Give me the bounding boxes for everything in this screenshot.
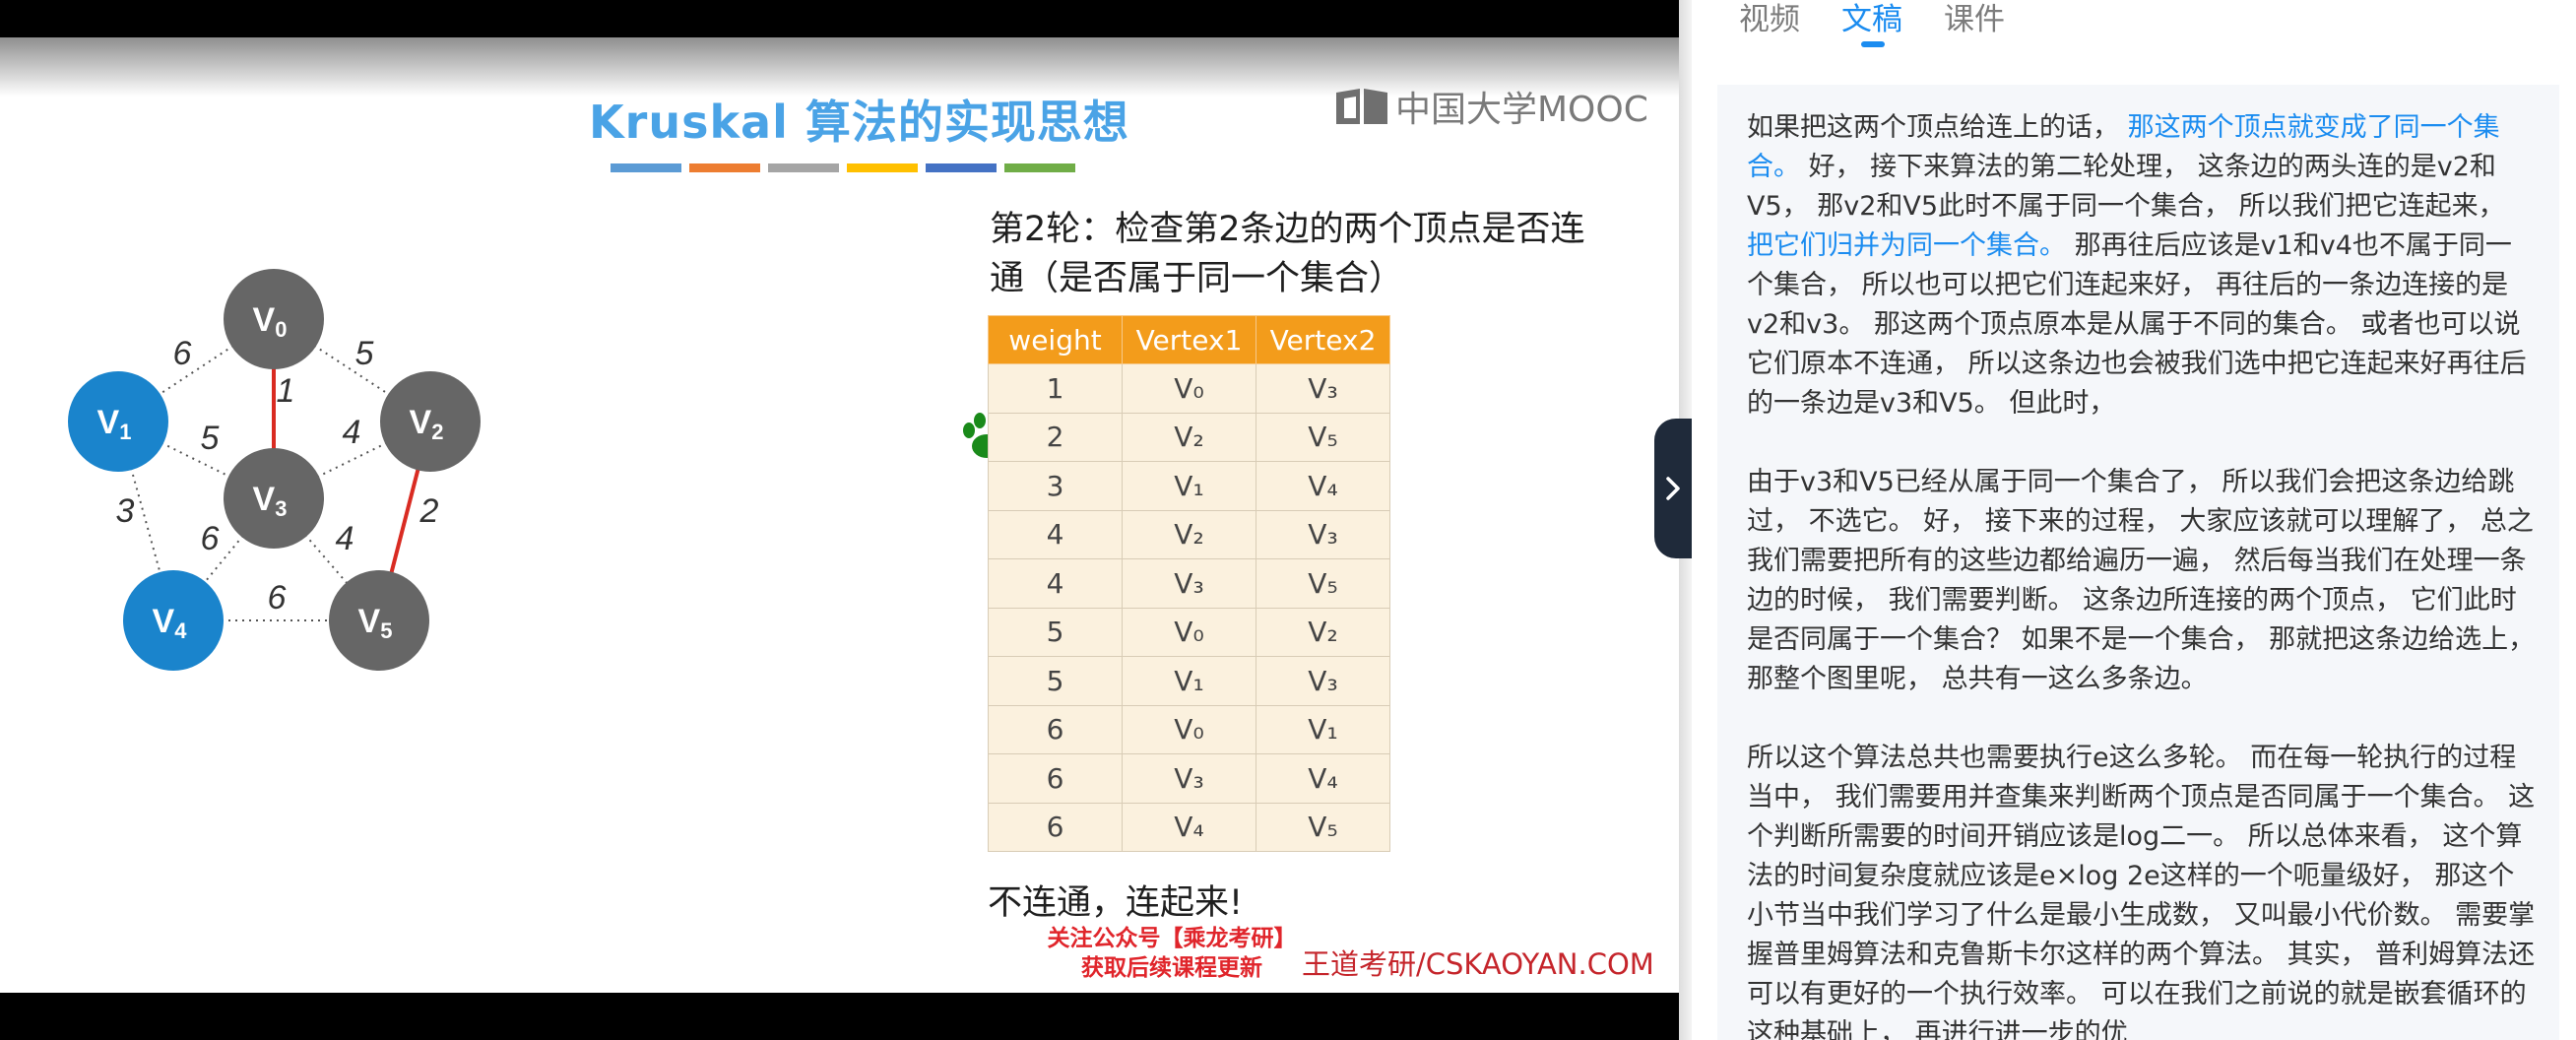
promo-text: 关注公众号【乘龙考研】 获取后续课程更新 bbox=[1024, 924, 1320, 983]
transcript-paragraph: 如果把这两个顶点给连上的话， 那这两个顶点就变成了同一个集合。 好， 接下来算法… bbox=[1747, 108, 2538, 423]
graph-node-v3: V3 bbox=[224, 448, 324, 549]
connect-caption: 不连通，连起来! bbox=[988, 883, 1244, 923]
mooc-logo: 中国大学MOOC bbox=[1334, 81, 1648, 132]
table-cell: 5 bbox=[988, 607, 1123, 657]
graph-node-v2: V2 bbox=[380, 371, 481, 472]
edge-weight-label: 5 bbox=[355, 335, 374, 372]
active-tab-indicator bbox=[1861, 41, 1885, 47]
transcript-text: 所以这个算法总共也需要执行e这么多轮。 而在每一轮执行的过程当中， 我们需要用并… bbox=[1747, 743, 2536, 1040]
promo-line: 获取后续课程更新 bbox=[1081, 955, 1262, 981]
edge-weight-label: 4 bbox=[336, 520, 354, 557]
edge-weight-label: 3 bbox=[116, 492, 135, 530]
edge-weight-label: 6 bbox=[268, 579, 287, 617]
graph-node-v1: V1 bbox=[68, 371, 168, 472]
tab-video[interactable]: 视频 bbox=[1739, 0, 1800, 38]
table-cell: V₀ bbox=[1122, 607, 1256, 657]
title-color-bars bbox=[611, 163, 1075, 172]
table-cell: V₀ bbox=[1122, 363, 1256, 414]
table-cell: V₁ bbox=[1256, 704, 1390, 754]
table-cell: 6 bbox=[988, 802, 1123, 852]
table-cell: V₃ bbox=[1256, 656, 1390, 706]
table-cell: V₃ bbox=[1256, 509, 1390, 559]
table-cell: 1 bbox=[988, 363, 1123, 414]
table-cell: V₀ bbox=[1122, 704, 1256, 754]
table-cell: V₄ bbox=[1256, 461, 1390, 511]
table-cell: V₁ bbox=[1122, 656, 1256, 706]
watermark: 王道考研/CSKAOYAN.COM bbox=[1302, 947, 1654, 981]
transcript-text: 好， 接下来算法的第二轮处理， 这条边的两头连的是v2和V5， 那v2和V5此时… bbox=[1747, 152, 2505, 222]
promo-line: 关注公众号【乘龙考研】 bbox=[1047, 926, 1297, 951]
transcript-text: 如果把这两个顶点给连上的话， bbox=[1747, 112, 2128, 143]
title-color-bar bbox=[1004, 163, 1075, 172]
table-row: 2 V₂ V₅ bbox=[988, 412, 1390, 462]
table-cell: V₄ bbox=[1256, 753, 1390, 804]
graph-node-v5: V5 bbox=[329, 570, 429, 671]
table-cell: V₅ bbox=[1256, 558, 1390, 609]
mooc-logo-text: 中国大学MOOC bbox=[1395, 90, 1648, 130]
edge-weight-label: 5 bbox=[201, 420, 220, 457]
collapse-panel-button[interactable] bbox=[1654, 419, 1692, 558]
highlighted-sentence[interactable]: 把它们归并为同一个集合。 bbox=[1747, 230, 2066, 261]
graph-diagram: 6 5 1 5 3 4 2 6 4 6 V0 V1 V2 V3V4 V5 bbox=[68, 269, 481, 671]
table-cell: 4 bbox=[988, 509, 1123, 559]
video-player[interactable]: Kruskal 算法的实现思想 中国大学MOOC 6 5 1 5 3 4 2 6 4 6 V0 V1 V… bbox=[0, 0, 1692, 1040]
table-cell: 5 bbox=[988, 656, 1123, 706]
table-header-cell: Vertex2 bbox=[1256, 315, 1390, 364]
table-header-row: weight Vertex1 Vertex2 bbox=[988, 315, 1390, 364]
table-row: 5 V₁ V₃ bbox=[988, 656, 1390, 706]
table-cell: V₃ bbox=[1122, 753, 1256, 804]
table-row: 3 V₁ V₄ bbox=[988, 461, 1390, 511]
transcript-paragraph: 所以这个算法总共也需要执行e这么多轮。 而在每一轮执行的过程当中， 我们需要用并… bbox=[1747, 739, 2538, 1040]
chevron-right-icon bbox=[1666, 477, 1680, 500]
table-cell: V₃ bbox=[1122, 558, 1256, 609]
table-cell: V₃ bbox=[1256, 363, 1390, 414]
title-color-bar bbox=[689, 163, 760, 172]
transcript-text: 由于v3和V5已经从属于同一个集合了， 所以我们会把这条边给跳过， 不选它。 好… bbox=[1747, 467, 2536, 694]
table-row: 4 V₃ V₅ bbox=[988, 558, 1390, 609]
round-description: 第2轮：检查第2条边的两个顶点是否连通（是否属于同一个集合） bbox=[990, 210, 1585, 298]
side-panel: 视频 文稿 课件 如果把这两个顶点给连上的话， 那这两个顶点就变成了同一个集合。… bbox=[1692, 0, 2576, 1040]
table-row: 6 V₄ V₅ bbox=[988, 802, 1390, 852]
table-row: 6 V₀ V₁ bbox=[988, 704, 1390, 754]
table-header-cell: weight bbox=[988, 315, 1123, 364]
title-color-bar bbox=[926, 163, 997, 172]
table-row: 5 V₀ V₂ bbox=[988, 607, 1390, 657]
table-cell: V₅ bbox=[1256, 802, 1390, 852]
table-cell: 3 bbox=[988, 461, 1123, 511]
table-row: 4 V₂ V₃ bbox=[988, 509, 1390, 559]
title-color-bar bbox=[847, 163, 918, 172]
table-cell: V₂ bbox=[1122, 412, 1256, 462]
transcript-paragraph: 由于v3和V5已经从属于同一个集合了， 所以我们会把这条边给跳过， 不选它。 好… bbox=[1747, 463, 2538, 699]
graph-node-v4: V4 bbox=[123, 570, 224, 671]
book-icon bbox=[1336, 89, 1387, 124]
edge-weight-label: 2 bbox=[419, 492, 439, 530]
title-color-bar bbox=[768, 163, 839, 172]
edge-weight-label: 6 bbox=[201, 520, 220, 557]
slide-title: Kruskal 算法的实现思想 bbox=[589, 96, 1129, 149]
table-body: 1 V₀ V₃ 2 V₂ V₅ 3 V₁ V₄ 4 V₂ V₃ 4 V₃ V₅ 5 V₀ V₂ 5 V₁ V₃ 6 V₀ V₁… bbox=[988, 363, 1390, 852]
panel-tabs: 视频 文稿 课件 bbox=[1692, 0, 2576, 59]
edge-weight-label: 6 bbox=[173, 335, 192, 372]
table-cell: V₂ bbox=[1122, 509, 1256, 559]
title-color-bar bbox=[611, 163, 681, 172]
table-cell: V₄ bbox=[1122, 802, 1256, 852]
table-cell: V₁ bbox=[1122, 461, 1256, 511]
edge-table: weight Vertex1 Vertex2 1 V₀ V₃ 2 V₂ V₅ 3 V₁ V₄ 4 V₂ V… bbox=[988, 315, 1390, 852]
table-cell: V₂ bbox=[1256, 607, 1390, 657]
table-cell: 4 bbox=[988, 558, 1123, 609]
edge-weight-label: 4 bbox=[343, 414, 361, 451]
tab-slides[interactable]: 课件 bbox=[1944, 0, 2005, 38]
table-cell: 6 bbox=[988, 753, 1123, 804]
tab-transcript[interactable]: 文稿 bbox=[1841, 0, 1902, 38]
graph-node-v0: V0 bbox=[224, 269, 324, 369]
table-row: 6 V₃ V₄ bbox=[988, 753, 1390, 804]
slide: Kruskal 算法的实现思想 中国大学MOOC 6 5 1 5 3 4 2 6 4 6 V0 V1 V… bbox=[0, 37, 1692, 993]
edge-weight-label: 1 bbox=[277, 372, 295, 410]
table-cell: 6 bbox=[988, 704, 1123, 754]
table-cell: 2 bbox=[988, 412, 1123, 462]
table-row: 1 V₀ V₃ bbox=[988, 363, 1390, 414]
table-cell: V₅ bbox=[1256, 412, 1390, 462]
table-header-cell: Vertex1 bbox=[1122, 315, 1256, 364]
transcript: 如果把这两个顶点给连上的话， 那这两个顶点就变成了同一个集合。 好， 接下来算法… bbox=[1717, 85, 2559, 1040]
